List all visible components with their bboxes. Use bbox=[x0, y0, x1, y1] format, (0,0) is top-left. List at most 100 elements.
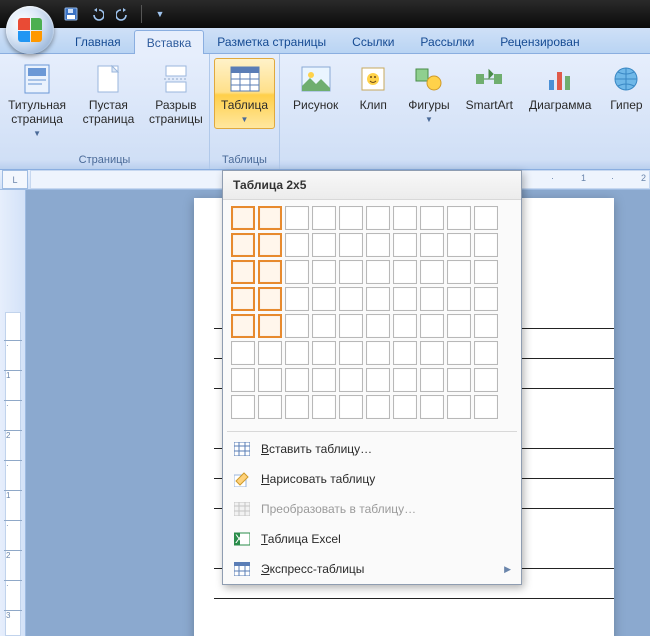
grid-cell[interactable] bbox=[447, 314, 471, 338]
hyperlink-button[interactable]: Гипер bbox=[600, 58, 650, 118]
draw-table-item[interactable]: Нарисовать таблицу bbox=[223, 464, 521, 494]
grid-cell[interactable] bbox=[420, 233, 444, 257]
grid-cell[interactable] bbox=[258, 314, 282, 338]
tab-review[interactable]: Рецензирован bbox=[487, 29, 592, 53]
grid-cell[interactable] bbox=[258, 395, 282, 419]
grid-cell[interactable] bbox=[420, 341, 444, 365]
grid-cell[interactable] bbox=[393, 233, 417, 257]
grid-cell[interactable] bbox=[393, 314, 417, 338]
grid-cell[interactable] bbox=[285, 233, 309, 257]
grid-cell[interactable] bbox=[447, 260, 471, 284]
grid-cell[interactable] bbox=[231, 260, 255, 284]
grid-cell[interactable] bbox=[231, 341, 255, 365]
grid-cell[interactable] bbox=[393, 287, 417, 311]
grid-cell[interactable] bbox=[231, 368, 255, 392]
grid-cell[interactable] bbox=[366, 206, 390, 230]
grid-cell[interactable] bbox=[420, 287, 444, 311]
grid-cell[interactable] bbox=[231, 395, 255, 419]
grid-cell[interactable] bbox=[447, 233, 471, 257]
grid-cell[interactable] bbox=[285, 287, 309, 311]
picture-button[interactable]: Рисунок bbox=[286, 58, 345, 118]
grid-cell[interactable] bbox=[447, 287, 471, 311]
blank-page-button[interactable]: Пустая страница bbox=[76, 58, 140, 132]
tab-mailings[interactable]: Рассылки bbox=[407, 29, 487, 53]
tab-page-layout[interactable]: Разметка страницы bbox=[204, 29, 339, 53]
grid-cell[interactable] bbox=[474, 260, 498, 284]
grid-cell[interactable] bbox=[420, 260, 444, 284]
grid-cell[interactable] bbox=[231, 206, 255, 230]
grid-cell[interactable] bbox=[366, 341, 390, 365]
grid-cell[interactable] bbox=[474, 314, 498, 338]
grid-cell[interactable] bbox=[474, 233, 498, 257]
qat-redo-button[interactable] bbox=[112, 4, 134, 24]
grid-cell[interactable] bbox=[312, 314, 336, 338]
tab-insert[interactable]: Вставка bbox=[134, 30, 205, 54]
grid-cell[interactable] bbox=[474, 368, 498, 392]
grid-cell[interactable] bbox=[447, 368, 471, 392]
grid-cell[interactable] bbox=[258, 233, 282, 257]
grid-cell[interactable] bbox=[339, 395, 363, 419]
insert-table-item[interactable]: Вставить таблицу… bbox=[223, 434, 521, 464]
grid-cell[interactable] bbox=[474, 206, 498, 230]
tab-home[interactable]: Главная bbox=[62, 29, 134, 53]
grid-cell[interactable] bbox=[366, 233, 390, 257]
page-break-button[interactable]: Разрыв страницы bbox=[143, 58, 210, 132]
grid-cell[interactable] bbox=[339, 341, 363, 365]
smartart-button[interactable]: SmartArt bbox=[459, 58, 520, 118]
grid-cell[interactable] bbox=[285, 206, 309, 230]
grid-cell[interactable] bbox=[474, 341, 498, 365]
tab-references[interactable]: Ссылки bbox=[339, 29, 407, 53]
grid-cell[interactable] bbox=[285, 368, 309, 392]
grid-cell[interactable] bbox=[366, 287, 390, 311]
grid-cell[interactable] bbox=[312, 233, 336, 257]
cover-page-button[interactable]: Титульная страница ▼ bbox=[0, 58, 74, 143]
grid-cell[interactable] bbox=[258, 206, 282, 230]
grid-cell[interactable] bbox=[258, 341, 282, 365]
grid-cell[interactable] bbox=[366, 260, 390, 284]
grid-cell[interactable] bbox=[420, 314, 444, 338]
grid-cell[interactable] bbox=[258, 260, 282, 284]
grid-cell[interactable] bbox=[447, 206, 471, 230]
quick-tables-item[interactable]: Экспресс-таблицы ▶ bbox=[223, 554, 521, 584]
grid-cell[interactable] bbox=[393, 206, 417, 230]
grid-cell[interactable] bbox=[285, 395, 309, 419]
clip-button[interactable]: Клип bbox=[347, 58, 399, 118]
grid-cell[interactable] bbox=[339, 233, 363, 257]
grid-cell[interactable] bbox=[447, 341, 471, 365]
shapes-button[interactable]: Фигуры ▼ bbox=[401, 58, 456, 129]
grid-cell[interactable] bbox=[420, 368, 444, 392]
grid-cell[interactable] bbox=[231, 314, 255, 338]
grid-cell[interactable] bbox=[393, 368, 417, 392]
grid-cell[interactable] bbox=[393, 395, 417, 419]
table-grid-picker[interactable] bbox=[223, 200, 521, 429]
grid-cell[interactable] bbox=[339, 206, 363, 230]
office-button[interactable] bbox=[6, 6, 54, 54]
grid-cell[interactable] bbox=[231, 287, 255, 311]
grid-cell[interactable] bbox=[339, 368, 363, 392]
grid-cell[interactable] bbox=[339, 314, 363, 338]
table-button[interactable]: Таблица ▼ bbox=[214, 58, 275, 129]
grid-cell[interactable] bbox=[285, 341, 309, 365]
grid-cell[interactable] bbox=[474, 395, 498, 419]
qat-customize-button[interactable]: ▼ bbox=[149, 4, 171, 24]
grid-cell[interactable] bbox=[312, 395, 336, 419]
excel-table-item[interactable]: X Таблица Excel bbox=[223, 524, 521, 554]
grid-cell[interactable] bbox=[312, 341, 336, 365]
ruler-corner[interactable]: L bbox=[2, 170, 28, 189]
chart-button[interactable]: Диаграмма bbox=[522, 58, 598, 118]
grid-cell[interactable] bbox=[366, 368, 390, 392]
ruler-vertical[interactable]: ·1 ·2 ·1 ·2 ·3 bbox=[0, 190, 26, 636]
grid-cell[interactable] bbox=[393, 341, 417, 365]
grid-cell[interactable] bbox=[447, 395, 471, 419]
grid-cell[interactable] bbox=[258, 287, 282, 311]
grid-cell[interactable] bbox=[285, 260, 309, 284]
grid-cell[interactable] bbox=[420, 395, 444, 419]
qat-undo-button[interactable] bbox=[86, 4, 108, 24]
grid-cell[interactable] bbox=[474, 287, 498, 311]
grid-cell[interactable] bbox=[339, 260, 363, 284]
grid-cell[interactable] bbox=[231, 233, 255, 257]
grid-cell[interactable] bbox=[366, 395, 390, 419]
grid-cell[interactable] bbox=[312, 287, 336, 311]
grid-cell[interactable] bbox=[312, 206, 336, 230]
grid-cell[interactable] bbox=[312, 260, 336, 284]
